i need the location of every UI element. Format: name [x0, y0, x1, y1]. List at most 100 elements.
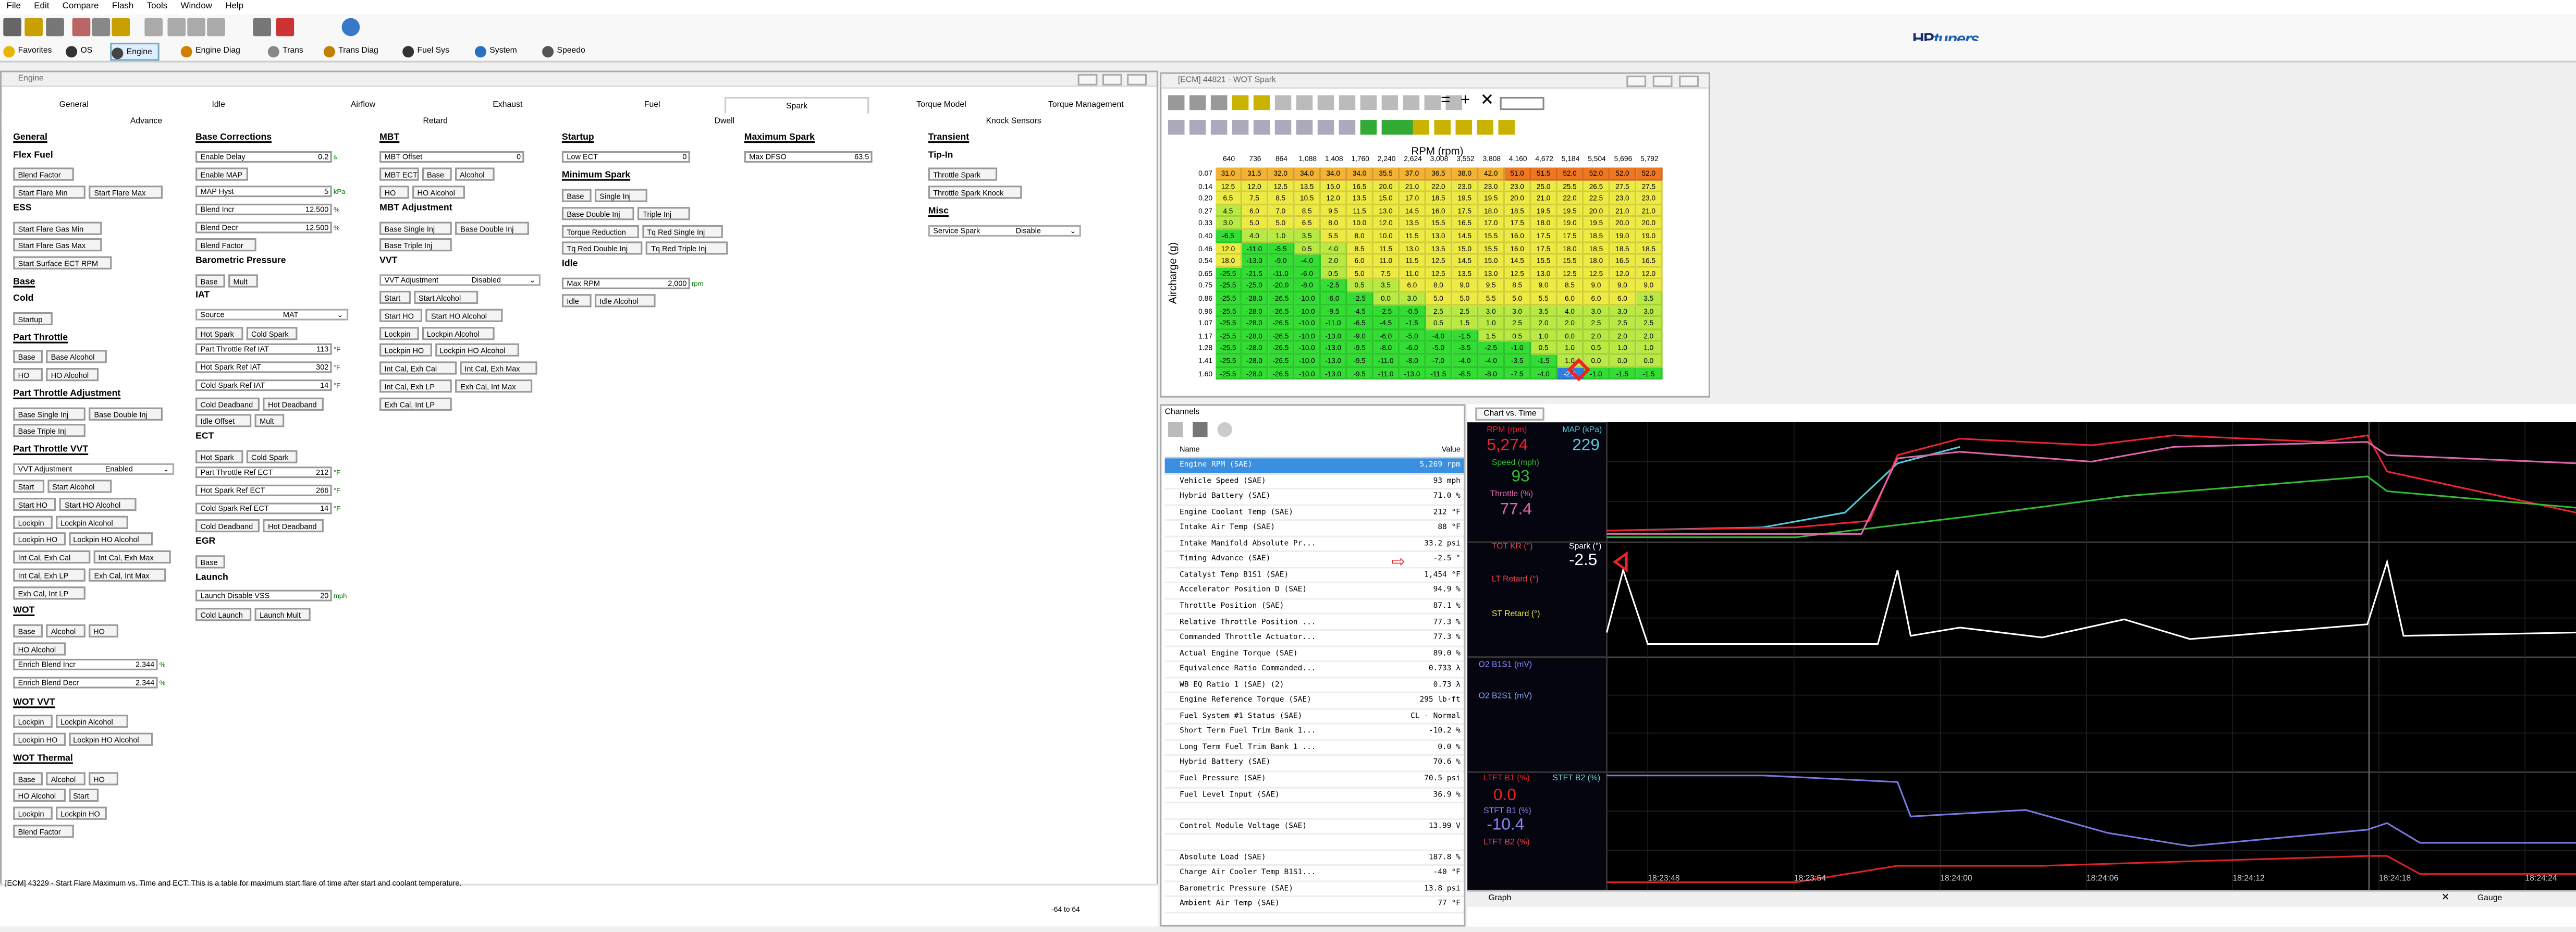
table-cell[interactable]: 12.0 — [1242, 180, 1269, 193]
field-value[interactable]: 5 — [324, 188, 328, 198]
table-cell[interactable]: -25.5 — [1216, 317, 1242, 330]
field-part-throttle-ref-ect[interactable]: Part Throttle Ref ECT 212 — [195, 467, 332, 479]
table-tool-icon-8[interactable] — [1317, 95, 1334, 111]
table-edit-icon-4[interactable] — [1455, 120, 1473, 135]
table-cell[interactable]: 38.0 — [1452, 167, 1479, 180]
table-cell[interactable]: 4.0 — [1242, 230, 1269, 243]
table-cell[interactable]: -26.5 — [1268, 329, 1295, 342]
table-cell[interactable]: -10.0 — [1294, 317, 1321, 330]
table-cell[interactable]: 12.5 — [1584, 267, 1610, 280]
table-cell[interactable]: 2.5 — [1452, 304, 1479, 317]
table-cell[interactable]: 21.0 — [1636, 205, 1663, 218]
table-cell[interactable]: 12.0 — [1373, 217, 1400, 230]
table-cell[interactable]: 2.0 — [1557, 317, 1584, 330]
table-edit-icon-1[interactable] — [1391, 120, 1408, 135]
category-tab-fuel[interactable]: Fuel — [580, 97, 725, 114]
channel-row[interactable]: Timing Advance (SAE) -2.5 ° — [1164, 553, 1464, 568]
btn-ho-alcohol[interactable]: HO Alcohol — [46, 368, 98, 382]
table-cell[interactable]: -10.0 — [1294, 304, 1321, 317]
subtab-knock-sensors[interactable]: Knock Sensors — [869, 113, 1158, 130]
btn-base-single-inj[interactable]: Base Single Inj — [13, 407, 86, 420]
table-cell[interactable]: 3.0 — [1505, 304, 1531, 317]
chart-tab[interactable]: Chart vs. Time — [1475, 407, 1545, 421]
table-cell[interactable]: 16.0 — [1505, 242, 1531, 255]
table-cell[interactable]: 23.0 — [1610, 192, 1637, 205]
table-cell[interactable]: 10.0 — [1347, 217, 1373, 230]
table-cell[interactable]: 3.5 — [1294, 230, 1321, 243]
table-cell[interactable]: 20.0 — [1505, 192, 1531, 205]
field-blend-incr[interactable]: Blend Incr 12.500 — [195, 203, 332, 215]
table-cell[interactable]: 18.0 — [1531, 217, 1557, 230]
table-cell[interactable]: -1.0 — [1505, 342, 1531, 355]
channel-row[interactable]: Vehicle Speed (SAE) 93 mph — [1164, 474, 1464, 490]
table-cell[interactable]: 22.0 — [1426, 180, 1453, 193]
table-cell[interactable]: -25.5 — [1216, 354, 1242, 367]
table-cell[interactable]: -28.0 — [1242, 329, 1269, 342]
btn-base-single-inj[interactable]: Base Single Inj — [379, 220, 452, 235]
table-cell[interactable]: -13.0 — [1321, 329, 1347, 342]
table-cell[interactable]: -9.5 — [1347, 354, 1373, 367]
table-cell[interactable]: 0.5 — [1321, 267, 1347, 280]
btn-alcohol[interactable]: Alcohol — [46, 624, 85, 637]
table-cell[interactable]: -5.0 — [1426, 342, 1453, 355]
grid-d-icon[interactable] — [207, 18, 225, 36]
table-cell[interactable]: -1.5 — [1610, 367, 1637, 380]
minimize-button[interactable] — [1077, 73, 1098, 85]
btn-ho-alcohol[interactable]: HO Alcohol — [13, 789, 65, 802]
table-cell[interactable]: 10.5 — [1294, 192, 1321, 205]
table-cell[interactable]: 8.0 — [1347, 230, 1373, 243]
btn-lockpin-alcohol[interactable]: Lockpin Alcohol — [422, 326, 495, 340]
table-cell[interactable]: -25.5 — [1216, 367, 1242, 380]
table-cell[interactable]: 23.0 — [1636, 192, 1663, 205]
btn-throttle-spark-knock[interactable]: Throttle Spark Knock — [928, 186, 1022, 199]
table-cell[interactable]: 12.5 — [1557, 267, 1584, 280]
table-value-input[interactable] — [1500, 96, 1544, 111]
channel-row[interactable]: Hybrid Battery (SAE) 70.6 % — [1164, 756, 1464, 772]
table-cell[interactable]: 18.5 — [1505, 205, 1531, 218]
channel-row[interactable] — [1164, 804, 1464, 819]
table-cell[interactable]: 1.5 — [1452, 317, 1479, 330]
field-value[interactable]: 0 — [517, 152, 521, 162]
table-cell[interactable]: 2.0 — [1610, 329, 1637, 342]
table-cell[interactable]: -4.0 — [1531, 367, 1557, 380]
category-tab-spark[interactable]: Spark — [724, 96, 869, 114]
table-cell[interactable]: 2.5 — [1505, 317, 1531, 330]
channel-row[interactable]: Absolute Load (SAE) 187.8 % — [1164, 851, 1464, 866]
table-cell[interactable]: 34.0 — [1294, 167, 1321, 180]
table-cell[interactable]: 18.5 — [1584, 242, 1610, 255]
menu-file[interactable]: File — [0, 0, 28, 15]
table-cell[interactable]: 0.5 — [1426, 317, 1453, 330]
table-cell[interactable]: 34.0 — [1347, 167, 1373, 180]
table-cell[interactable]: 6.5 — [1216, 192, 1242, 205]
table-cell[interactable]: 21.0 — [1531, 192, 1557, 205]
btn-mbt-ect[interactable]: MBT ECT — [379, 168, 419, 181]
table-cell[interactable]: 19.0 — [1557, 217, 1584, 230]
btn-exh-cal-int-max[interactable]: Exh Cal, Int Max — [89, 568, 166, 582]
subtab-retard[interactable]: Retard — [291, 113, 580, 130]
table-view-icon-10[interactable] — [1360, 120, 1377, 135]
field-value[interactable]: 212 — [316, 469, 328, 479]
table-cell[interactable]: -6.5 — [1216, 230, 1242, 243]
table-cell[interactable]: 15.5 — [1426, 217, 1453, 230]
table-cell[interactable]: 13.0 — [1531, 267, 1557, 280]
table-cell[interactable]: 5.0 — [1268, 217, 1295, 230]
table-view-icon-5[interactable] — [1253, 120, 1270, 135]
table-cell[interactable]: 6.0 — [1610, 292, 1637, 305]
table-cell[interactable]: 19.5 — [1452, 192, 1479, 205]
multiply-icon[interactable]: ✕ — [1480, 93, 1495, 110]
field-enrich-blend-incr[interactable]: Enrich Blend Incr 2.344 — [13, 659, 158, 671]
table-cell[interactable]: 8.5 — [1347, 242, 1373, 255]
btn-base[interactable]: Base — [195, 555, 225, 568]
category-tab-torque-management[interactable]: Torque Management — [1014, 97, 1158, 114]
table-cell[interactable]: -26.5 — [1268, 292, 1295, 305]
table-cell[interactable]: -9.0 — [1268, 255, 1295, 268]
table-cell[interactable]: 7.5 — [1373, 267, 1400, 280]
table-cell[interactable]: -10.0 — [1294, 329, 1321, 342]
table-edit-icon-5[interactable] — [1477, 120, 1493, 135]
table-cell[interactable]: -0.5 — [1400, 304, 1426, 317]
btn-blend-factor[interactable]: Blend Factor — [13, 824, 73, 838]
table-view-icon-3[interactable] — [1210, 120, 1228, 135]
btn-ho[interactable]: HO — [88, 771, 118, 784]
table-cell[interactable]: -13.0 — [1321, 367, 1347, 380]
channel-row[interactable]: Engine Reference Torque (SAE) 295 lb·ft — [1164, 694, 1464, 709]
